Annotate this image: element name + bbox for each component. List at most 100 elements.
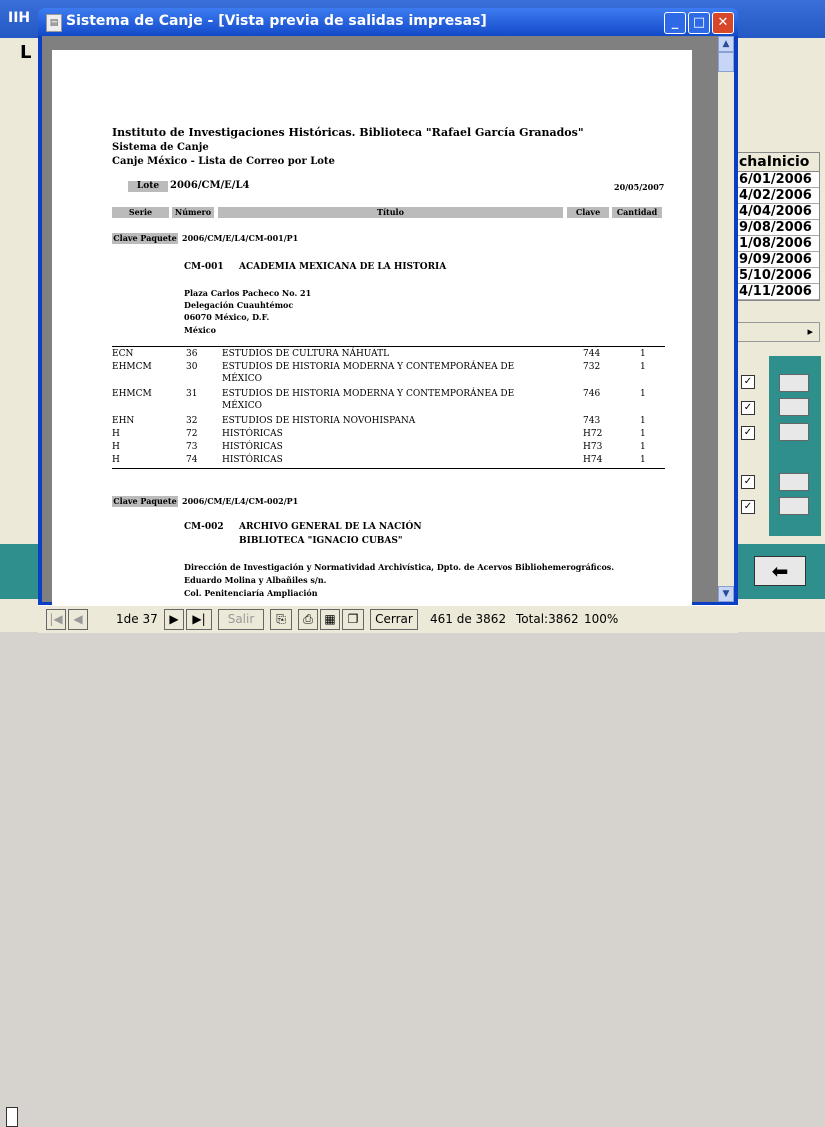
cell-serie: EHMCM xyxy=(112,362,152,372)
cell-titulo: ESTUDIOS DE HISTORIA MODERNA Y CONTEMPOR… xyxy=(222,389,515,399)
date-grid-row[interactable]: 9/09/2006 xyxy=(737,252,819,268)
page-indicator: 1de 37 xyxy=(116,612,158,626)
scroll-up-icon[interactable]: ▲ xyxy=(718,36,734,52)
side-button[interactable] xyxy=(779,497,809,515)
zoom-level: 100% xyxy=(584,612,619,626)
prev-page-button[interactable]: ◀ xyxy=(68,609,88,630)
date-grid-row[interactable]: 4/11/2006 xyxy=(737,284,819,300)
checkbox[interactable]: ✓ xyxy=(741,375,755,389)
cell-cantidad: 1 xyxy=(640,389,646,399)
address-line: Col. Penitenciaría Ampliación xyxy=(184,588,318,598)
last-page-button[interactable]: ▶| xyxy=(186,609,212,630)
checkbox[interactable]: ✓ xyxy=(741,426,755,440)
report-page: Instituto de Investigaciones Históricas.… xyxy=(52,50,692,605)
background-left-button[interactable] xyxy=(6,1107,18,1127)
cell-serie: EHN xyxy=(112,416,135,426)
background-app-title: IIH xyxy=(8,10,31,26)
cell-serie: H xyxy=(112,455,120,465)
column-serie: Serie xyxy=(112,207,169,218)
paquete-value: 2006/CM/E/L4/CM-002/P1 xyxy=(182,496,299,506)
cell-clave: H73 xyxy=(583,442,603,452)
next-page-button[interactable]: ▶ xyxy=(164,609,184,630)
app-icon: ▤ xyxy=(46,14,62,32)
cell-clave: 744 xyxy=(583,349,601,359)
cell-numero: 32 xyxy=(186,416,198,426)
scroll-down-icon[interactable]: ▼ xyxy=(718,586,734,602)
column-numero: Número xyxy=(172,207,214,218)
checkbox[interactable]: ✓ xyxy=(741,500,755,514)
checkbox[interactable]: ✓ xyxy=(741,475,755,489)
first-page-button[interactable]: |◀ xyxy=(46,609,66,630)
side-button[interactable] xyxy=(779,473,809,491)
date-grid[interactable]: chaInicio 6/01/2006 4/02/2006 4/04/2006 … xyxy=(736,152,820,301)
cell-numero: 30 xyxy=(186,362,198,372)
entry-code: CM-002 xyxy=(184,522,224,532)
print-icon[interactable]: ⎙ xyxy=(298,609,318,630)
entry-name: ARCHIVO GENERAL DE LA NACIÓN xyxy=(239,522,422,532)
table-rule xyxy=(112,468,665,469)
side-button[interactable] xyxy=(779,398,809,416)
column-cantidad: Cantidad xyxy=(612,207,662,218)
cell-clave: 732 xyxy=(583,362,601,372)
date-grid-row[interactable]: 4/04/2006 xyxy=(737,204,819,220)
report-subtitle: Canje México - Lista de Correo por Lote xyxy=(112,156,335,167)
cell-clave: H72 xyxy=(583,429,603,439)
column-titulo: Título xyxy=(218,207,563,218)
cell-numero: 73 xyxy=(186,442,198,452)
cell-titulo: ESTUDIOS DE CULTURA NÁHUATL xyxy=(222,349,390,359)
cell-titulo: HISTÓRICAS xyxy=(222,455,283,465)
copy-icon[interactable]: ❐ xyxy=(342,609,364,630)
address-line: Eduardo Molina y Albañiles s/n. xyxy=(184,575,327,585)
close-preview-button[interactable]: Cerrar xyxy=(370,609,418,630)
table-rule xyxy=(112,346,665,347)
cell-numero: 74 xyxy=(186,455,198,465)
side-button[interactable] xyxy=(779,423,809,441)
cell-clave: H74 xyxy=(583,455,603,465)
date-grid-row[interactable]: 1/08/2006 xyxy=(737,236,819,252)
cell-cantidad: 1 xyxy=(640,349,646,359)
cell-titulo: ESTUDIOS DE HISTORIA MODERNA Y CONTEMPOR… xyxy=(222,362,515,372)
cell-numero: 72 xyxy=(186,429,198,439)
date-grid-row[interactable]: 5/10/2006 xyxy=(737,268,819,284)
date-grid-row[interactable]: 9/08/2006 xyxy=(737,220,819,236)
window-titlebar[interactable]: ▤ Sistema de Canje - [Vista previa de sa… xyxy=(38,8,738,36)
address-line: Delegación Cuauhtémoc xyxy=(184,300,294,310)
exit-button[interactable]: Salir xyxy=(218,609,264,630)
close-button[interactable]: ✕ xyxy=(712,12,734,34)
date-column-header[interactable]: chaInicio xyxy=(737,153,819,172)
scroll-right-icon[interactable]: ▸ xyxy=(807,325,813,338)
cell-cantidad: 1 xyxy=(640,429,646,439)
cell-cantidad: 1 xyxy=(640,455,646,465)
cell-titulo: ESTUDIOS DE HISTORIA NOVOHISPANA xyxy=(222,416,416,426)
minimize-button[interactable]: _ xyxy=(664,12,686,34)
column-clave: Clave xyxy=(567,207,609,218)
export-icon[interactable]: ▦ xyxy=(320,609,340,630)
print-preview-window: ▤ Sistema de Canje - [Vista previa de sa… xyxy=(38,8,738,606)
report-system: Sistema de Canje xyxy=(112,142,209,153)
address-line: México xyxy=(184,325,216,335)
preview-area[interactable]: Instituto de Investigaciones Históricas.… xyxy=(42,36,734,605)
side-button[interactable] xyxy=(779,374,809,392)
maximize-button[interactable]: □ xyxy=(688,12,710,34)
cell-serie: ECN xyxy=(112,349,134,359)
total-count: Total:3862 xyxy=(516,612,579,626)
back-button[interactable]: ⬅ xyxy=(754,556,806,586)
date-grid-hscrollbar[interactable]: ▸ xyxy=(736,322,820,342)
side-button-panel xyxy=(769,356,821,536)
checkbox[interactable]: ✓ xyxy=(741,401,755,415)
cell-serie: H xyxy=(112,442,120,452)
cell-serie: H xyxy=(112,429,120,439)
cell-cantidad: 1 xyxy=(640,362,646,372)
date-grid-row[interactable]: 4/02/2006 xyxy=(737,188,819,204)
background-label: L xyxy=(20,42,32,63)
cell-clave: 746 xyxy=(583,389,601,399)
entry-name-line2: BIBLIOTECA "IGNACIO CUBAS" xyxy=(239,536,403,546)
lote-label: Lote xyxy=(128,181,168,192)
date-grid-row[interactable]: 6/01/2006 xyxy=(737,172,819,188)
vertical-scrollbar[interactable]: ▲ ▼ xyxy=(718,36,734,602)
page-setup-icon[interactable]: ⎘ xyxy=(270,609,292,630)
cell-numero: 31 xyxy=(186,389,198,399)
scroll-thumb[interactable] xyxy=(718,52,734,72)
background-left-panel xyxy=(0,544,40,1127)
paquete-label: Clave Paquete xyxy=(112,233,178,244)
